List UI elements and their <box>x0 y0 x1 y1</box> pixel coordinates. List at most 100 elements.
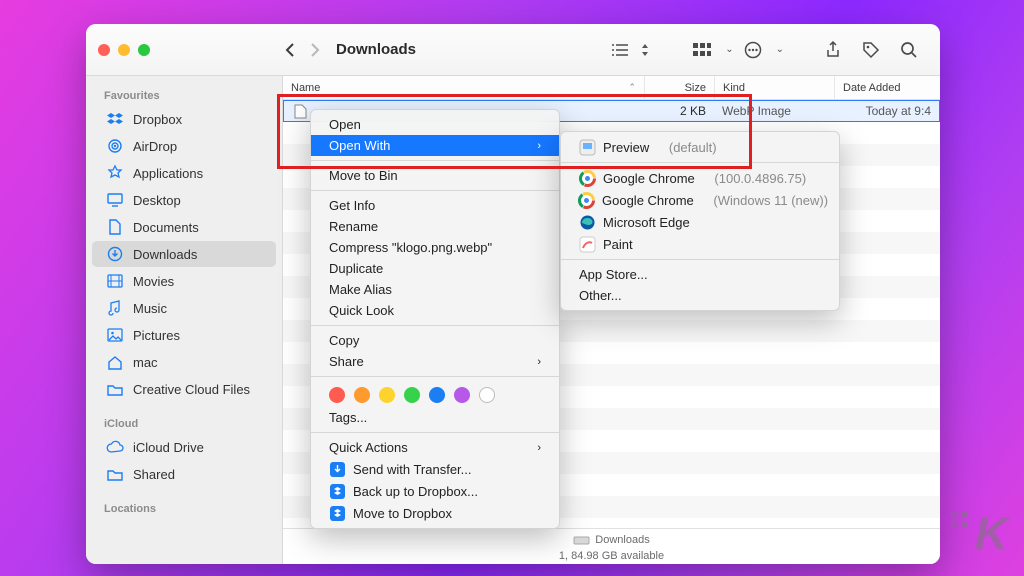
column-header-kind[interactable]: Kind <box>715 76 835 99</box>
column-headers: Name⌃ Size Kind Date Added <box>283 76 940 100</box>
drive-icon <box>573 532 589 548</box>
tag-red[interactable] <box>329 387 345 403</box>
sidebar-item-label: Shared <box>133 467 175 482</box>
traffic-lights <box>98 44 150 56</box>
submenu-item-paint[interactable]: Paint <box>561 233 839 255</box>
chrome-icon <box>579 192 594 208</box>
sidebar-group-label: Favourites <box>86 84 282 105</box>
status-path: Downloads <box>595 534 649 546</box>
menu-item-compress[interactable]: Compress "klogo.png.webp" <box>311 237 559 258</box>
nav-back-button[interactable] <box>278 38 302 62</box>
sidebar-item-movies[interactable]: Movies <box>92 268 276 294</box>
sidebar: Favourites Dropbox AirDrop Applications … <box>86 76 283 564</box>
close-window-button[interactable] <box>98 44 110 56</box>
column-header-size[interactable]: Size <box>645 76 715 99</box>
menu-item-get-info[interactable]: Get Info <box>311 195 559 216</box>
sidebar-item-desktop[interactable]: Desktop <box>92 187 276 213</box>
sidebar-group-label: iCloud <box>86 412 282 433</box>
menu-item-tags[interactable]: Tags... <box>311 407 559 428</box>
sidebar-item-label: mac <box>133 355 158 370</box>
menu-item-move-dropbox[interactable]: Move to Dropbox <box>311 502 559 524</box>
tag-yellow[interactable] <box>379 387 395 403</box>
dropbox-icon <box>106 110 124 128</box>
chevron-down-icon: ⌄ <box>725 44 733 55</box>
window-toolbar: Downloads ⌄ ⌄ <box>86 24 940 76</box>
sidebar-item-label: Dropbox <box>133 112 182 127</box>
submenu-item-other[interactable]: Other... <box>561 285 839 306</box>
column-header-date[interactable]: Date Added <box>835 76 940 99</box>
chevron-down-icon: ⌄ <box>776 44 784 55</box>
status-bar: Downloads 1, 84.98 GB available <box>283 528 940 564</box>
sidebar-item-label: Desktop <box>133 193 181 208</box>
airdrop-icon <box>106 137 124 155</box>
sidebar-item-label: Pictures <box>133 328 180 343</box>
menu-item-quick-actions[interactable]: Quick Actions› <box>311 437 559 458</box>
sidebar-item-downloads[interactable]: Downloads <box>92 241 276 267</box>
sidebar-item-label: AirDrop <box>133 139 177 154</box>
submenu-item-preview[interactable]: Preview (default) <box>561 136 839 158</box>
tag-purple[interactable] <box>454 387 470 403</box>
minimize-window-button[interactable] <box>118 44 130 56</box>
sidebar-item-music[interactable]: Music <box>92 295 276 321</box>
submenu-item-edge[interactable]: Microsoft Edge <box>561 211 839 233</box>
document-icon <box>106 218 124 236</box>
menu-item-make-alias[interactable]: Make Alias <box>311 279 559 300</box>
menu-item-backup-dropbox[interactable]: Back up to Dropbox... <box>311 480 559 502</box>
download-icon <box>106 245 124 263</box>
menu-item-copy[interactable]: Copy <box>311 330 559 351</box>
sidebar-group-label: Locations <box>86 497 282 518</box>
menu-item-send-transfer[interactable]: Send with Transfer... <box>311 458 559 480</box>
sidebar-item-documents[interactable]: Documents <box>92 214 276 240</box>
desktop-icon <box>106 191 124 209</box>
movies-icon <box>106 272 124 290</box>
group-by-button[interactable]: ⌄ <box>683 36 733 64</box>
pictures-icon <box>106 326 124 344</box>
tag-none[interactable] <box>479 387 495 403</box>
menu-item-open-with[interactable]: Open With› <box>311 135 559 156</box>
nav-forward-button[interactable] <box>302 38 326 62</box>
sidebar-item-label: iCloud Drive <box>133 440 204 455</box>
window-title: Downloads <box>336 41 416 58</box>
submenu-item-chrome-win[interactable]: Google Chrome (Windows 11 (new)) <box>561 189 839 211</box>
sidebar-item-applications[interactable]: Applications <box>92 160 276 186</box>
sidebar-item-icloud-drive[interactable]: iCloud Drive <box>92 434 276 460</box>
column-header-name[interactable]: Name⌃ <box>283 76 645 99</box>
sidebar-item-home[interactable]: mac <box>92 349 276 375</box>
sidebar-item-airdrop[interactable]: AirDrop <box>92 133 276 159</box>
menu-item-share[interactable]: Share› <box>311 351 559 372</box>
updown-icon <box>641 44 649 56</box>
tag-orange[interactable] <box>354 387 370 403</box>
sidebar-item-label: Applications <box>133 166 203 181</box>
file-kind: WebP Image <box>714 104 834 118</box>
menu-item-rename[interactable]: Rename <box>311 216 559 237</box>
view-mode-button[interactable] <box>601 36 649 64</box>
menu-item-move-to-bin[interactable]: Move to Bin <box>311 165 559 186</box>
sidebar-item-pictures[interactable]: Pictures <box>92 322 276 348</box>
submenu-item-appstore[interactable]: App Store... <box>561 264 839 285</box>
chevron-right-icon: › <box>537 442 541 454</box>
menu-item-quick-look[interactable]: Quick Look <box>311 300 559 321</box>
menu-item-open[interactable]: Open <box>311 114 559 135</box>
fullscreen-window-button[interactable] <box>138 44 150 56</box>
submenu-item-chrome[interactable]: Google Chrome (100.0.4896.75) <box>561 167 839 189</box>
sidebar-item-creative-cloud[interactable]: Creative Cloud Files <box>92 376 276 402</box>
action-menu-button[interactable]: ⌄ <box>734 36 784 64</box>
chevron-right-icon: › <box>537 356 541 368</box>
sidebar-item-label: Downloads <box>133 247 197 262</box>
share-button[interactable] <box>818 36 848 64</box>
home-icon <box>106 353 124 371</box>
tag-green[interactable] <box>404 387 420 403</box>
applications-icon <box>106 164 124 182</box>
dropbox-move-icon <box>329 505 345 521</box>
sidebar-item-label: Documents <box>133 220 199 235</box>
dropbox-transfer-icon <box>329 461 345 477</box>
search-button[interactable] <box>894 36 924 64</box>
sort-asc-icon: ⌃ <box>628 82 636 93</box>
paint-icon <box>579 236 595 252</box>
tags-button[interactable] <box>856 36 886 64</box>
context-menu: Open Open With› Move to Bin Get Info Ren… <box>310 109 560 529</box>
sidebar-item-dropbox[interactable]: Dropbox <box>92 106 276 132</box>
sidebar-item-shared[interactable]: Shared <box>92 461 276 487</box>
tag-blue[interactable] <box>429 387 445 403</box>
menu-item-duplicate[interactable]: Duplicate <box>311 258 559 279</box>
